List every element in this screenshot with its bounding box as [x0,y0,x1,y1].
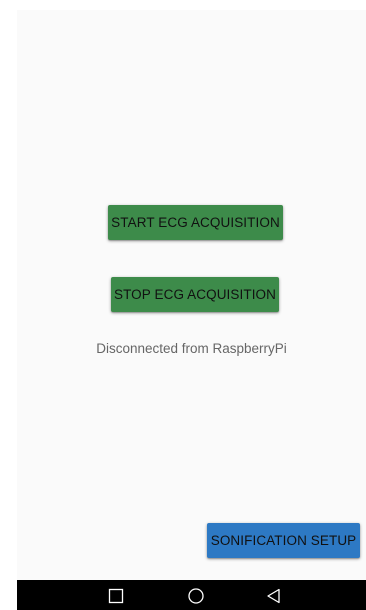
connection-status-text: Disconnected from RaspberryPi [96,341,287,356]
navigation-bar [17,580,366,610]
app-screen: START ECG ACQUISITION STOP ECG ACQUISITI… [17,10,366,610]
main-content: START ECG ACQUISITION STOP ECG ACQUISITI… [17,10,366,580]
start-ecg-acquisition-button[interactable]: START ECG ACQUISITION [108,205,283,240]
stop-ecg-acquisition-button[interactable]: STOP ECG ACQUISITION [111,277,279,312]
recent-apps-icon[interactable] [107,587,125,605]
back-icon[interactable] [265,587,283,605]
home-icon[interactable] [187,587,205,605]
sonification-setup-button[interactable]: SONIFICATION SETUP [207,523,360,558]
